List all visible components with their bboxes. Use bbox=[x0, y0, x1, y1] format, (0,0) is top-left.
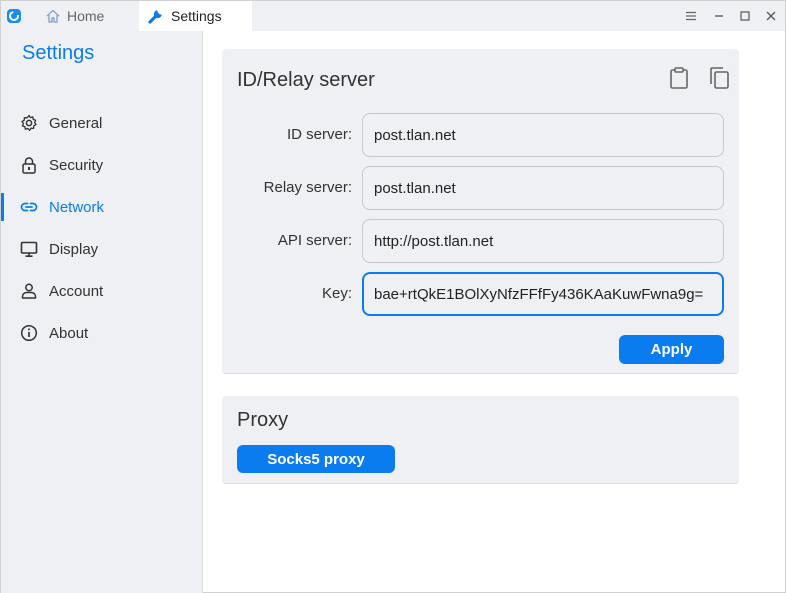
proxy-card: Proxy Socks5 proxy bbox=[222, 396, 739, 484]
maximize-icon[interactable] bbox=[737, 8, 753, 24]
sidebar-item-about[interactable]: About bbox=[1, 315, 201, 351]
info-icon bbox=[20, 324, 38, 342]
sidebar: Settings General Security Network Displa… bbox=[1, 31, 203, 593]
wrench-icon bbox=[148, 10, 162, 24]
clipboard-icon[interactable] bbox=[668, 66, 690, 90]
relay-server-row: Relay server: bbox=[222, 166, 739, 210]
sidebar-item-general[interactable]: General bbox=[1, 105, 201, 141]
id-server-input[interactable] bbox=[362, 113, 724, 157]
gear-icon bbox=[20, 114, 38, 132]
sidebar-item-label: About bbox=[49, 324, 89, 342]
tab-home[interactable]: Home bbox=[41, 1, 137, 31]
sidebar-item-label: Display bbox=[49, 240, 99, 258]
menu-icon[interactable] bbox=[683, 8, 699, 24]
sidebar-item-label: Network bbox=[49, 198, 105, 216]
card-title: ID/Relay server bbox=[237, 69, 375, 91]
card-title: Proxy bbox=[237, 409, 289, 431]
key-label: Key: bbox=[321, 285, 352, 302]
home-icon bbox=[46, 9, 60, 23]
key-row: Key: bbox=[222, 272, 739, 316]
id-relay-server-card: ID/Relay server ID server: Relay server:… bbox=[222, 49, 739, 374]
person-icon bbox=[20, 282, 38, 300]
relay-server-label: Relay server: bbox=[263, 179, 352, 196]
lock-icon bbox=[20, 156, 38, 174]
monitor-icon bbox=[20, 240, 38, 258]
tab-settings-label: Settings bbox=[171, 8, 222, 24]
tab-settings[interactable]: Settings bbox=[139, 1, 252, 31]
api-server-row: API server: bbox=[222, 219, 739, 263]
id-server-label: ID server: bbox=[286, 126, 352, 143]
link-icon bbox=[20, 198, 38, 216]
sidebar-title: Settings bbox=[22, 42, 95, 64]
minimize-icon[interactable] bbox=[711, 8, 727, 24]
sidebar-item-label: Security bbox=[49, 156, 104, 174]
apply-button[interactable]: Apply bbox=[619, 335, 724, 364]
sidebar-item-label: Account bbox=[49, 282, 104, 300]
key-input[interactable] bbox=[362, 272, 724, 316]
socks5-proxy-button[interactable]: Socks5 proxy bbox=[237, 445, 395, 473]
app-window: Home Settings Settings General Security … bbox=[0, 0, 786, 593]
id-server-row: ID server: bbox=[222, 113, 739, 157]
sidebar-item-security[interactable]: Security bbox=[1, 147, 201, 183]
title-bar: Home Settings bbox=[1, 1, 785, 31]
copy-icon[interactable] bbox=[708, 66, 730, 90]
close-icon[interactable] bbox=[763, 8, 779, 24]
tab-home-label: Home bbox=[67, 8, 105, 24]
api-server-label: API server: bbox=[277, 232, 352, 249]
sidebar-item-account[interactable]: Account bbox=[1, 273, 201, 309]
app-logo-icon bbox=[7, 9, 21, 23]
sidebar-item-network[interactable]: Network bbox=[1, 189, 201, 225]
api-server-input[interactable] bbox=[362, 219, 724, 263]
sidebar-item-display[interactable]: Display bbox=[1, 231, 201, 267]
relay-server-input[interactable] bbox=[362, 166, 724, 210]
sidebar-item-label: General bbox=[49, 114, 103, 132]
